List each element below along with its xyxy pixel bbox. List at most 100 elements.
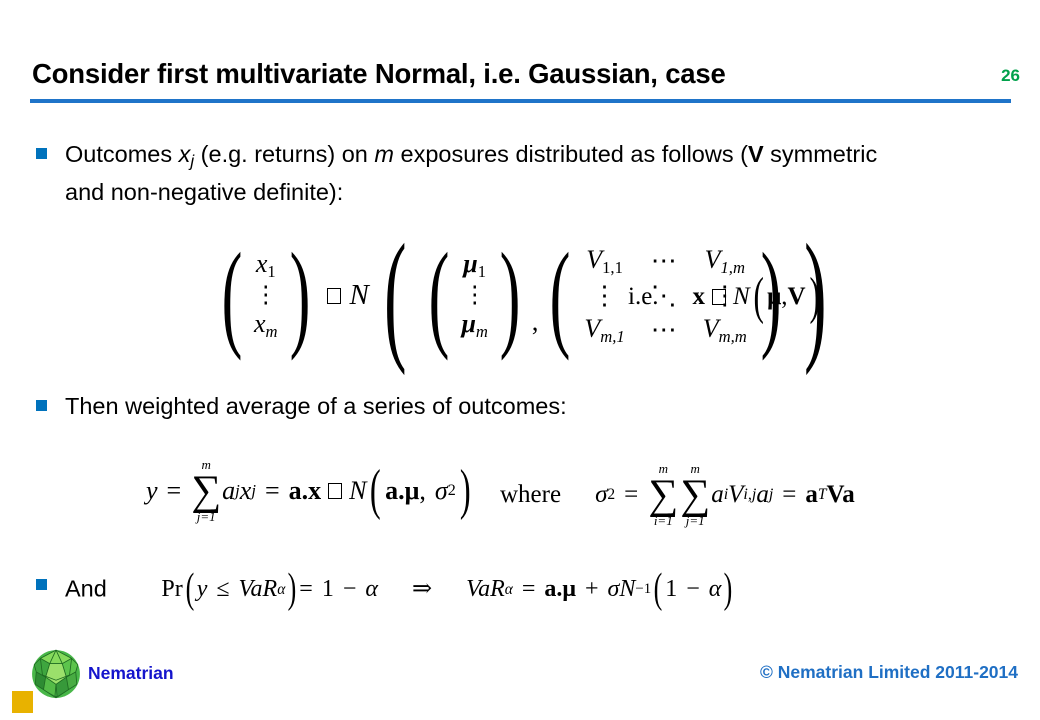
distributed-as-glyph — [326, 287, 341, 304]
eq3-VaR-2-sub: α — [504, 581, 513, 599]
v-matrix-cell-2-1: ⋮ — [591, 280, 618, 310]
v-matrix-cell-3-1: Vm,1 — [584, 314, 625, 347]
bullet-2-text: Then weighted average of a series of out… — [65, 393, 567, 419]
where-equals-1: = — [624, 480, 639, 508]
eq3-VaR-2: VaR — [466, 576, 505, 603]
sigma-summation-icon: ∑ — [648, 471, 679, 518]
eq2-y: y — [146, 475, 158, 505]
equation-variance-definition: where σ2 = m ∑ i=1 m ∑ j=1 a i Vi,j a j = aT… — [500, 462, 855, 528]
ie-label: i.e. — [628, 282, 659, 310]
eq3-N-exponent: −1 — [635, 581, 652, 598]
where-summation-j: m ∑ j=1 — [680, 462, 710, 528]
where-equals-2: = — [782, 480, 797, 508]
eq2-x: x — [239, 475, 252, 505]
eq3-y: y — [196, 576, 208, 603]
eq3-open-paren-2: ( — [653, 566, 663, 612]
where-a-j: a — [756, 480, 769, 508]
eq3-equals-2: = — [521, 576, 536, 603]
bullet-marker-icon — [36, 579, 47, 590]
eq2-sum-lower-limit: j=1 — [196, 509, 216, 525]
where-label: where — [500, 480, 562, 508]
bullet-item-var: And Pr ( y ≤ VaR α ) = 1 − α ⇒ VaR α = a.μ — [36, 566, 976, 612]
mu-vector-close-paren: ) — [499, 228, 521, 362]
where-V-sub: i,j — [743, 485, 757, 503]
eq2-normal-symbol: N — [349, 475, 367, 505]
where-a-i: a — [711, 480, 724, 508]
eq2-comma: , — [419, 475, 426, 505]
eq3-pr-label: Pr — [161, 576, 183, 603]
v-matrix-open-paren: ( — [549, 228, 571, 362]
equation-compact-notation: i.e. x N ( μ , V ) — [628, 268, 823, 325]
bullet-1-part-3: exposures distributed as follows ( — [393, 141, 748, 167]
v-matrix-cell-1-3: V1,m — [704, 244, 745, 277]
ie-v-bold: V — [787, 282, 806, 310]
eq3-close-paren: ) — [287, 566, 297, 612]
eq2-summation: m ∑ j=1 — [191, 458, 221, 524]
title-divider — [30, 99, 1011, 103]
eq2-sigma: σ — [434, 475, 448, 505]
eq3-sigma: σ — [607, 576, 620, 603]
v-matrix-cell-1-2: ⋯ — [650, 246, 677, 276]
footer-brand-name: Nematrian — [88, 663, 174, 683]
eq3-alpha: α — [365, 576, 378, 603]
lhs-vector-open-paren: ( — [221, 228, 243, 362]
nematrian-polyhedron-logo-icon — [32, 649, 80, 699]
bullet-1-text: Outcomes xj (e.g. returns) on m exposure… — [65, 139, 896, 208]
eq3-one: 1 — [321, 576, 334, 603]
eq3-equals-1: = — [299, 576, 313, 603]
eq2-amu-bold: a.μ — [385, 475, 420, 505]
eq3-minus: − — [342, 576, 357, 603]
where-Va-bold: Va — [826, 480, 855, 508]
ie-open-paren: ( — [753, 268, 764, 325]
eq2-equals-1: = — [166, 475, 182, 505]
v-matrix-cell-3-3: Vm,m — [702, 314, 747, 347]
lhs-outcome-vector: x1 ⋮ xm — [252, 249, 280, 342]
mu-vector-vdots: ⋮ — [462, 281, 487, 308]
sigma-summation-icon: ∑ — [680, 471, 711, 518]
normal-distribution-symbol: N — [349, 279, 369, 311]
bullet-3-label: And — [65, 575, 107, 602]
footer-copyright: © Nematrian Limited 2011-2014 — [759, 662, 1018, 682]
eq3-open-paren: ( — [185, 566, 195, 612]
eq3-plus: + — [584, 576, 599, 603]
where-a-j-sub: j — [768, 485, 774, 503]
bullet-marker-icon — [36, 148, 47, 159]
mean-vector: μ1 ⋮ μm — [459, 249, 489, 342]
ie-close-paren: ) — [809, 268, 820, 325]
ie-x-bold: x — [692, 282, 706, 310]
bullet-1-var-m: m — [374, 141, 394, 167]
v-matrix-cell-3-2: ⋯ — [650, 315, 677, 345]
where-V: V — [728, 480, 744, 508]
distributed-as-glyph — [328, 482, 343, 499]
lhs-vector-vdots: ⋮ — [254, 281, 278, 308]
equation-value-at-risk: Pr ( y ≤ VaRα ) = 1 − α ⇒ VaRα = a.μ + — [161, 566, 735, 612]
distributed-as-glyph — [712, 288, 727, 305]
page-number: 26 — [1001, 66, 1020, 85]
where-summation-i: m ∑ i=1 — [648, 462, 678, 528]
v-matrix-cell-1-1: V1,1 — [586, 244, 623, 277]
dist-args-open-paren: ( — [383, 214, 407, 377]
bullet-1-part-1: Outcomes — [65, 141, 179, 167]
where-sum2-lower-limit: j=1 — [685, 513, 705, 529]
where-transpose: T — [817, 485, 827, 503]
lhs-vector-row-1: x1 — [255, 249, 276, 282]
bullet-1-var-x: x — [178, 141, 191, 167]
dist-args-separator: , — [531, 307, 539, 336]
bullet-3-text: And Pr ( y ≤ VaR α ) = 1 − α ⇒ VaR α = a.μ — [65, 566, 735, 612]
bullet-item-weighted-average: Then weighted average of a series of out… — [36, 391, 736, 422]
eq2-x-sub: j — [251, 480, 256, 500]
mu-vector-row-1: μ1 — [463, 249, 487, 282]
bullet-marker-icon — [36, 400, 47, 411]
eq3-implies-arrow-icon: ⇒ — [411, 576, 433, 603]
ie-mu-bold: μ — [767, 282, 782, 310]
where-sum1-lower-limit: i=1 — [653, 513, 673, 529]
eq3-close-paren-2: ) — [724, 566, 733, 612]
where-sigma: σ — [595, 480, 608, 508]
eq3-VaR: VaR — [238, 576, 278, 603]
eq3-one-2: 1 — [665, 576, 678, 603]
eq3-minus-2: − — [686, 576, 700, 603]
lhs-vector-row-m: xm — [253, 309, 278, 342]
eq3-leq: ≤ — [216, 576, 230, 603]
eq3-VaR-sub: α — [277, 581, 286, 599]
eq2-equals-2: = — [264, 475, 280, 505]
